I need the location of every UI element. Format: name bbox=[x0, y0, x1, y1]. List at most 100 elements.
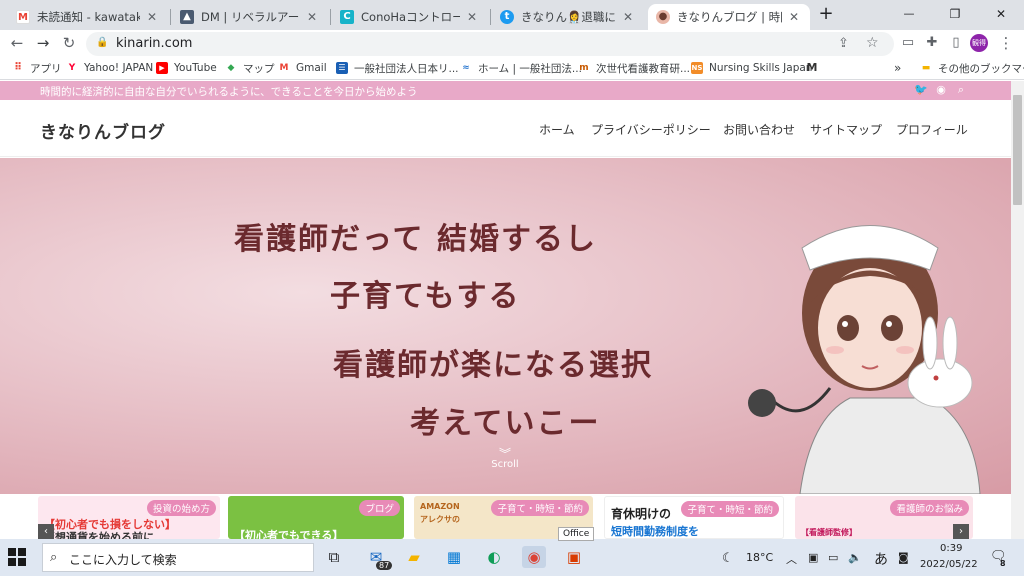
bookmark-youtube[interactable]: ▶ YouTube bbox=[156, 60, 217, 76]
tab-liberal-arts[interactable]: ▲ DM | リベラルアーツシティ ✕ bbox=[172, 4, 328, 30]
site-top-bar: 時間的に経済的に自由な自分でいられるように、できることを今日から始めよう 🐦 ◉… bbox=[0, 81, 1011, 100]
tab-title: ConoHaコントロールパネル bbox=[361, 10, 460, 24]
bookmark-gmail[interactable]: M Gmail bbox=[278, 60, 327, 76]
weather-icon[interactable]: ☾ bbox=[722, 551, 734, 566]
weather-temp[interactable]: 18°C bbox=[746, 551, 773, 564]
bookmark-label: その他のブックマーク bbox=[938, 62, 1024, 75]
liberal-icon: ▲ bbox=[180, 10, 194, 24]
tab-conoha[interactable]: C ConoHaコントロールパネル ✕ bbox=[332, 4, 488, 30]
notification-count: 8 bbox=[1000, 559, 1006, 568]
window-close-button[interactable]: ✕ bbox=[978, 0, 1024, 30]
profile-avatar[interactable]: 観得 bbox=[970, 34, 988, 52]
address-bar[interactable]: 🔒 kinarin.com ⇪ ☆ bbox=[86, 32, 894, 56]
file-explorer-icon[interactable]: ▰ bbox=[402, 546, 426, 568]
bookmark-nursing-skills[interactable]: NS Nursing Skills Japan bbox=[691, 60, 812, 76]
bookmark-label: Nursing Skills Japan bbox=[709, 62, 813, 74]
scroll-indicator[interactable]: ︾ Scroll bbox=[488, 448, 522, 470]
volume-icon[interactable]: 🔈 bbox=[848, 551, 862, 564]
nurse-icon: m bbox=[579, 63, 589, 73]
bookmark-m[interactable]: M bbox=[806, 60, 824, 76]
ime-mode[interactable]: あ bbox=[874, 549, 888, 569]
tab-title: DM | リベラルアーツシティ bbox=[201, 10, 300, 24]
store-icon[interactable]: ▦ bbox=[442, 546, 466, 568]
bookmark-other-folder[interactable]: ▬ その他のブックマーク bbox=[920, 60, 1024, 76]
task-view-icon[interactable]: ⧉ bbox=[322, 546, 346, 568]
ime-icon[interactable]: ◙ bbox=[898, 551, 909, 564]
reload-icon[interactable]: ↻ bbox=[58, 32, 80, 54]
bookmark-apps[interactable]: ⠿ アプリ bbox=[12, 60, 61, 76]
twitter-icon[interactable]: 🐦 bbox=[914, 83, 928, 97]
close-icon[interactable]: ✕ bbox=[304, 10, 320, 24]
nav-privacy-policy[interactable]: プライバシーポリシー bbox=[591, 121, 711, 138]
star-icon[interactable]: ☆ bbox=[866, 35, 879, 51]
yahoo-icon: Y bbox=[68, 63, 76, 73]
gmail-icon: M bbox=[16, 10, 30, 24]
browser-toolbar: ← → ↻ 🔒 kinarin.com ⇪ ☆ ▭ ✚ ▯ 観得 ⋮ bbox=[0, 30, 1024, 56]
page-scrollbar[interactable] bbox=[1011, 81, 1024, 539]
bookmark-japan-org[interactable]: ☰ 一般社団法人日本リ... bbox=[336, 60, 459, 76]
carousel-next-icon[interactable]: › bbox=[953, 524, 969, 539]
carousel-card[interactable]: 子育て・時短・節約 育休明けの 短時間勤務制度を bbox=[604, 496, 784, 539]
forward-icon[interactable]: → bbox=[32, 32, 54, 54]
chrome-icon[interactable]: ◉ bbox=[522, 546, 546, 568]
maximize-button[interactable]: ❐ bbox=[932, 0, 978, 30]
edge-icon[interactable]: ◐ bbox=[482, 546, 506, 568]
close-icon[interactable]: ✕ bbox=[786, 10, 802, 24]
network-icon[interactable]: ▭ bbox=[828, 551, 838, 564]
nav-profile[interactable]: プロフィール bbox=[896, 121, 968, 138]
extensions-puzzle-icon[interactable]: ✚ bbox=[922, 33, 942, 53]
sidepanel-icon[interactable]: ▯ bbox=[946, 33, 966, 53]
carousel-card[interactable]: 投資の始め方 【初心者でも損をしない】 仮想通貨を始める前に bbox=[38, 496, 220, 539]
nav-sitemap[interactable]: サイトマップ bbox=[810, 121, 882, 138]
office-icon[interactable]: ▣ bbox=[562, 546, 586, 568]
new-tab-button[interactable]: + bbox=[812, 0, 840, 30]
site-title[interactable]: きなりんブログ bbox=[40, 118, 166, 143]
tray-app-icon[interactable]: ▣ bbox=[808, 551, 818, 564]
lock-icon: 🔒 bbox=[96, 37, 109, 48]
tab-title: 未読通知 - kawataka0203 bbox=[37, 10, 140, 24]
nav-home[interactable]: ホーム bbox=[539, 121, 575, 138]
taskbar-search[interactable]: ⌕ ここに入力して検索 bbox=[42, 543, 314, 572]
bookmark-label: 次世代看護教育研... bbox=[596, 62, 691, 75]
close-icon[interactable]: ✕ bbox=[620, 10, 636, 24]
hero-line-2: 子育てもする bbox=[330, 279, 521, 314]
carousel-card[interactable]: ブログ 【初心者でもできる】 bbox=[228, 496, 404, 539]
bookmark-label: Gmail bbox=[296, 62, 327, 74]
tray-overflow-icon[interactable]: ︿ bbox=[786, 551, 797, 567]
card-text: AMAZON bbox=[420, 502, 460, 511]
card-text: 短時間勤務制度を bbox=[611, 525, 699, 538]
card-text: 【看護師監修】 bbox=[801, 528, 857, 537]
apps-grid-icon: ⠿ bbox=[14, 62, 22, 73]
nav-contact[interactable]: お問い合わせ bbox=[723, 121, 795, 138]
bookmark-yahoo[interactable]: Y Yahoo! JAPAN bbox=[66, 60, 154, 76]
share-icon[interactable]: ⇪ bbox=[838, 36, 849, 51]
carousel-prev-icon[interactable]: ‹ bbox=[38, 524, 54, 539]
menu-kebab-icon[interactable]: ⋮ bbox=[996, 33, 1016, 53]
bookmark-maps[interactable]: ◆ マップ bbox=[225, 60, 275, 76]
carousel-card[interactable]: 看護師のお悩み 【看護師監修】 bbox=[795, 496, 973, 539]
bookmark-label: マップ bbox=[243, 62, 275, 75]
tab-gmail[interactable]: M 未読通知 - kawataka0203 ✕ bbox=[8, 4, 168, 30]
bookmarks-overflow[interactable]: » bbox=[894, 60, 901, 76]
scrollbar-thumb[interactable] bbox=[1013, 95, 1022, 205]
close-icon[interactable]: ✕ bbox=[144, 10, 160, 24]
close-icon[interactable]: ✕ bbox=[464, 10, 480, 24]
bookmark-nursing-edu[interactable]: m 次世代看護教育研... bbox=[578, 60, 690, 76]
hero-line-3: 看護師が楽になる選択 bbox=[333, 348, 653, 383]
windows-start-icon[interactable] bbox=[8, 548, 26, 566]
search-icon[interactable]: ⌕ bbox=[954, 83, 968, 97]
hero-banner: 看護師だって 結婚するし 子育てもする 看護師が楽になる選択 考えていこー ︾ … bbox=[0, 158, 1011, 494]
site-tagline: 時間的に経済的に自由な自分でいられるように、できることを今日から始めよう bbox=[40, 86, 418, 98]
clock-date[interactable]: 2022/05/22 bbox=[920, 559, 978, 570]
tab-kinarin-blog[interactable]: ● きなりんブログ | 時間的に経 ✕ bbox=[648, 4, 810, 30]
mail-badge: 87 bbox=[376, 561, 393, 570]
clock-time[interactable]: 0:39 bbox=[940, 543, 962, 554]
ns-icon: NS bbox=[691, 62, 703, 74]
bookmark-home-org[interactable]: ≈ ホーム | 一般社団法... bbox=[460, 60, 582, 76]
tab-twitter[interactable]: t きなりん👩‍⚕️退職に苦戦してい ✕ bbox=[492, 4, 644, 30]
extension-chat-icon[interactable]: ▭ bbox=[898, 33, 918, 53]
minimize-button[interactable]: — bbox=[886, 0, 932, 30]
back-icon[interactable]: ← bbox=[6, 32, 28, 54]
url-text: kinarin.com bbox=[116, 36, 193, 51]
rss-icon[interactable]: ◉ bbox=[934, 83, 948, 97]
